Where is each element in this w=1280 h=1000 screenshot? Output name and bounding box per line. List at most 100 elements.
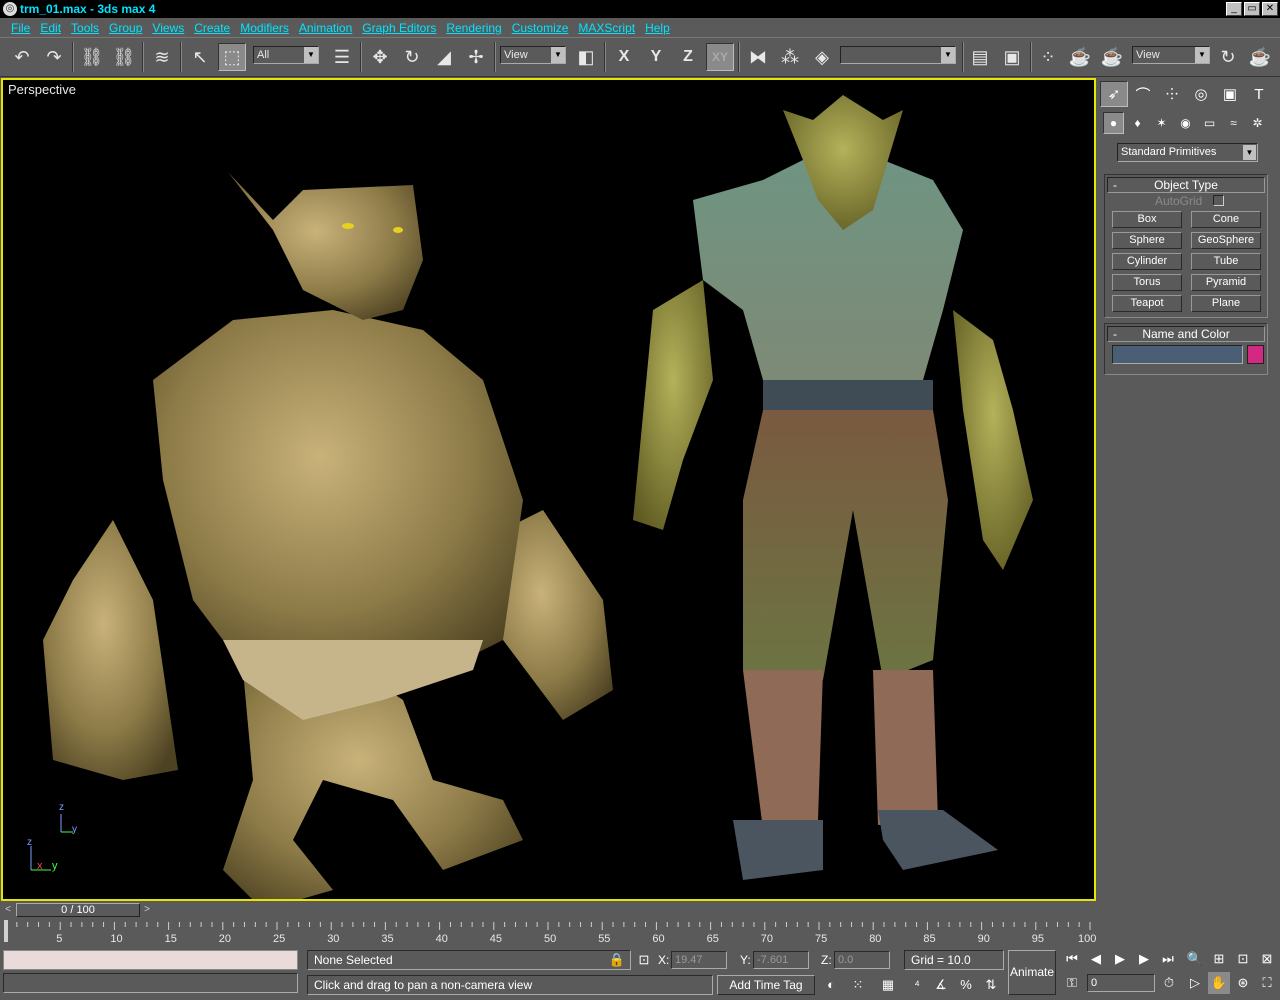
category-dropdown[interactable]: Standard Primitives ▼ <box>1117 143 1258 162</box>
perspective-viewport[interactable]: Perspective z y z x y <box>1 78 1096 901</box>
hierarchy-tab-icon[interactable]: ⸭ <box>1158 81 1186 107</box>
shapes-icon[interactable]: ♦ <box>1127 112 1148 134</box>
select-object-icon[interactable]: ↖ <box>186 43 214 71</box>
select-by-name-icon[interactable]: ☰ <box>328 43 356 71</box>
spinner-snap-icon[interactable]: ⇅ <box>980 974 1002 996</box>
box-button[interactable]: Box <box>1112 211 1182 228</box>
zoom-extents-all-icon[interactable]: ⊠ <box>1256 948 1278 970</box>
percent-snap-icon[interactable]: % <box>955 974 977 996</box>
menu-edit[interactable]: Edit <box>35 21 66 35</box>
torus-button[interactable]: Torus <box>1112 274 1182 291</box>
track-bar[interactable]: 5 10 15 20 25 30 35 40 45 50 55 60 65 70 75 80 85 90 95 100 <box>0 918 1096 944</box>
create-tab-icon[interactable]: ➶ <box>1100 81 1128 107</box>
geosphere-button[interactable]: GeoSphere <box>1191 232 1261 249</box>
menu-rendering[interactable]: Rendering <box>441 21 506 35</box>
angle-snap-icon[interactable]: ∡ <box>930 974 952 996</box>
pyramid-button[interactable]: Pyramid <box>1191 274 1261 291</box>
axis-y-button[interactable]: Y <box>642 43 670 71</box>
menu-maxscript[interactable]: MAXScript <box>573 21 640 35</box>
x-coord-field[interactable]: 19.47 <box>671 951 727 969</box>
axis-x-button[interactable]: X <box>610 43 638 71</box>
autogrid-checkbox[interactable] <box>1213 195 1224 206</box>
y-coord-field[interactable]: -7.601 <box>753 951 809 969</box>
menu-customize[interactable]: Customize <box>507 21 574 35</box>
track-view-icon[interactable]: ▤ <box>966 43 994 71</box>
plane-button[interactable]: Plane <box>1191 295 1261 312</box>
scale-icon[interactable]: ◢ <box>430 43 458 71</box>
axis-z-button[interactable]: Z <box>674 43 702 71</box>
goblin-model[interactable] <box>633 95 1033 880</box>
current-time-marker[interactable] <box>4 920 8 942</box>
app-icon[interactable]: ◎ <box>3 2 17 16</box>
maxscript-output-field[interactable] <box>3 973 298 993</box>
unlink-icon[interactable]: ⛓ <box>110 43 138 71</box>
axis-xy-button[interactable]: XY <box>706 43 734 71</box>
z-coord-field[interactable]: 0.0 <box>834 951 890 969</box>
rect-selection-icon[interactable]: ⬚ <box>218 43 246 71</box>
move-icon[interactable]: ✥ <box>366 43 394 71</box>
object-name-input[interactable] <box>1112 345 1243 364</box>
material-editor-icon[interactable]: ⁘ <box>1034 43 1062 71</box>
utilities-tab-icon[interactable]: T <box>1245 81 1273 107</box>
sphere-button[interactable]: Sphere <box>1112 232 1182 249</box>
animate-button[interactable]: Animate <box>1008 950 1056 995</box>
cylinder-button[interactable]: Cylinder <box>1112 253 1182 270</box>
selection-filter-dropdown[interactable]: All ▼ <box>253 46 319 64</box>
cameras-icon[interactable]: ◉ <box>1175 112 1196 134</box>
field-of-view-icon[interactable]: ▷ <box>1184 972 1206 994</box>
quick-render-icon[interactable]: ☕ <box>1098 43 1126 71</box>
geometry-icon[interactable]: ● <box>1103 112 1124 134</box>
time-slider-thumb[interactable]: 0 / 100 <box>16 903 140 917</box>
menu-tools[interactable]: Tools <box>66 21 104 35</box>
array-icon[interactable]: ⁂ <box>776 43 804 71</box>
redo-icon[interactable]: ↷ <box>40 43 68 71</box>
modify-tab-icon[interactable]: ⌒ <box>1129 81 1157 107</box>
rotate-icon[interactable]: ↻ <box>398 43 426 71</box>
helpers-icon[interactable]: ▭ <box>1199 112 1220 134</box>
tube-button[interactable]: Tube <box>1191 253 1261 270</box>
go-to-end-icon[interactable]: ⏭ <box>1157 948 1179 970</box>
render-type-dropdown[interactable]: View ▼ <box>1132 46 1210 64</box>
menu-create[interactable]: Create <box>189 21 235 35</box>
maxscript-listener-field[interactable] <box>3 950 298 970</box>
menu-help[interactable]: Help <box>640 21 675 35</box>
object-type-header[interactable]: - Object Type <box>1107 177 1265 193</box>
display-tab-icon[interactable]: ▣ <box>1216 81 1244 107</box>
menu-group[interactable]: Group <box>104 21 147 35</box>
zoom-icon[interactable]: 🔍 <box>1184 948 1206 970</box>
close-button[interactable]: ✕ <box>1262 2 1278 16</box>
minimize-button[interactable]: _ <box>1226 2 1242 16</box>
go-to-start-icon[interactable]: ⏮ <box>1061 948 1083 970</box>
selection-lock-icon[interactable]: ⁙ <box>847 974 869 996</box>
name-and-color-header[interactable]: - Name and Color <box>1107 326 1265 342</box>
teapot-button[interactable]: Teapot <box>1112 295 1182 312</box>
maximize-button[interactable]: ▭ <box>1244 2 1260 16</box>
space-warps-icon[interactable]: ≈ <box>1223 112 1244 134</box>
add-time-tag-button[interactable]: Add Time Tag <box>717 975 815 995</box>
pan-hand-icon[interactable]: ✋ <box>1208 972 1230 994</box>
zoom-all-icon[interactable]: ⊞ <box>1208 948 1230 970</box>
align-icon[interactable]: ◈ <box>808 43 836 71</box>
select-and-link-icon[interactable]: ⛓ <box>78 43 106 71</box>
absolute-mode-icon[interactable]: ⊡ <box>633 949 655 971</box>
next-frame-arrow-icon[interactable]: > <box>140 903 154 917</box>
pivot-center-icon[interactable]: ◧ <box>572 43 600 71</box>
current-frame-field[interactable]: 0 <box>1087 974 1155 992</box>
object-color-swatch[interactable] <box>1247 345 1264 364</box>
prev-frame-arrow-icon[interactable]: < <box>1 903 15 917</box>
lock-icon[interactable]: 🔒 <box>606 949 628 971</box>
maximize-viewport-icon[interactable]: ⛶ <box>1256 972 1278 994</box>
troll-model[interactable] <box>43 172 613 899</box>
play-icon[interactable]: ▶ <box>1109 948 1131 970</box>
mirror-icon[interactable]: ⧓ <box>744 43 772 71</box>
time-config-icon[interactable]: ⏱ <box>1158 972 1180 994</box>
cone-button[interactable]: Cone <box>1191 211 1261 228</box>
render-last-icon[interactable]: ↻ <box>1214 43 1242 71</box>
menu-modifiers[interactable]: Modifiers <box>235 21 294 35</box>
manipulate-icon[interactable]: ✢ <box>462 43 490 71</box>
menu-graph-editors[interactable]: Graph Editors <box>357 21 441 35</box>
named-selection-dropdown[interactable]: ▼ <box>840 46 956 64</box>
activeshade-icon[interactable]: ☕ <box>1246 43 1274 71</box>
menu-views[interactable]: Views <box>147 21 189 35</box>
lights-icon[interactable]: ✶ <box>1151 112 1172 134</box>
